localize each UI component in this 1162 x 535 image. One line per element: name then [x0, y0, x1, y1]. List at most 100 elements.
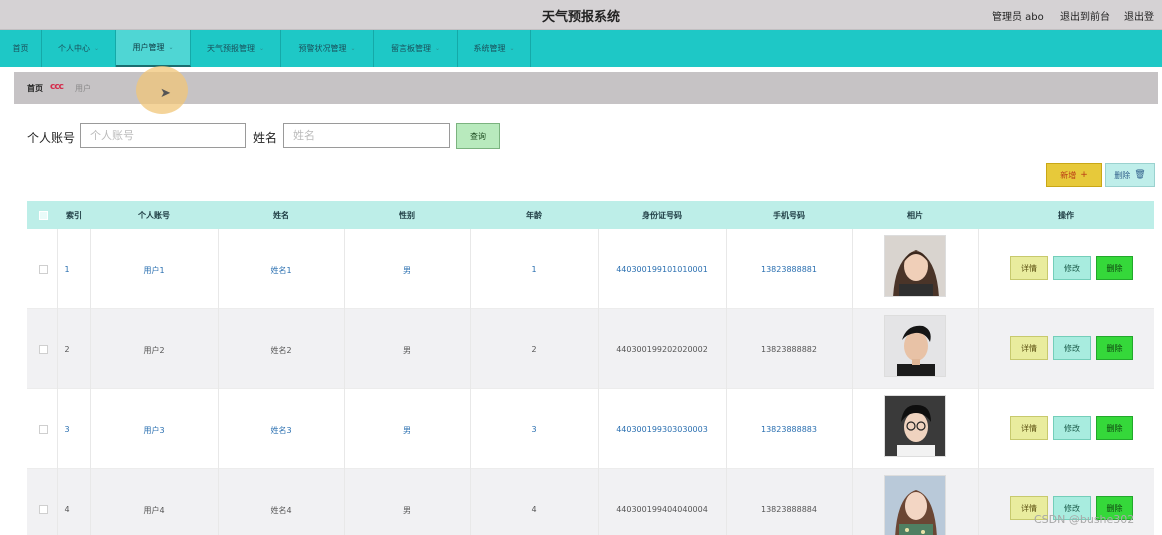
cell-gender: 男 — [403, 346, 411, 355]
remove-button[interactable]: 删除 — [1096, 256, 1133, 280]
chevron-down-icon: ⌄ — [258, 45, 265, 52]
table-row: 1 用户1 姓名1 男 1 440300199101010001 1382388… — [27, 229, 1154, 309]
cell-age: 4 — [531, 505, 537, 514]
exit-to-front-link[interactable]: 退出到前台 — [1060, 8, 1110, 23]
row-checkbox[interactable] — [39, 345, 48, 354]
user-photo — [884, 475, 946, 535]
cell-account: 用户3 — [143, 426, 165, 435]
cell-account: 用户2 — [143, 346, 165, 355]
cell-gender: 男 — [403, 506, 411, 515]
name-search-label: 姓名 — [253, 131, 278, 145]
table-row: 2 用户2 姓名2 男 2 440300199202020002 1382388… — [27, 309, 1154, 389]
table-row: 3 用户3 姓名3 男 3 440300199303030003 1382388… — [27, 389, 1154, 469]
nav-user-management[interactable]: 用户管理 ⌄ — [116, 30, 191, 67]
mouse-cursor-icon: ➤ — [160, 86, 171, 101]
cell-phone: 13823888883 — [761, 425, 817, 434]
row-checkbox[interactable] — [39, 265, 48, 274]
app-title: 天气预报系统 — [541, 10, 620, 25]
add-button[interactable]: 新增 + — [1046, 163, 1102, 187]
detail-button[interactable]: 详情 — [1010, 336, 1048, 360]
remove-button[interactable]: 删除 — [1096, 336, 1133, 360]
cell-id-card: 440300199303030003 — [616, 425, 708, 434]
nav-label: 留言板管理 — [390, 44, 431, 53]
cell-index: 4 — [64, 505, 70, 514]
nav-label: 天气预报管理 — [206, 44, 255, 53]
cell-account: 用户4 — [143, 506, 165, 515]
cell-gender: 男 — [403, 426, 411, 435]
cell-age: 3 — [531, 425, 537, 434]
delete-button-label: 删除 — [1114, 170, 1131, 180]
chevron-down-icon: ⌄ — [93, 45, 100, 52]
logout-link[interactable]: 退出登 — [1124, 8, 1154, 23]
row-checkbox[interactable] — [39, 505, 48, 514]
nav-label: 用户管理 — [132, 43, 165, 52]
cell-id-card: 440300199101010001 — [616, 265, 708, 274]
edit-button[interactable]: 修改 — [1053, 336, 1091, 360]
main-nav: 首页 个人中心 ⌄ 用户管理 ⌄ 天气预报管理 ⌄ 预警状况管理 ⌄ 留言板管理… — [0, 30, 1162, 67]
account-search-label: 个人账号 — [27, 131, 76, 145]
column-header: 年龄 — [526, 211, 542, 220]
edit-button[interactable]: 修改 — [1053, 416, 1091, 440]
nav-system-management[interactable]: 系统管理 ⌄ — [458, 30, 531, 67]
chevron-down-icon: ⌄ — [168, 44, 174, 51]
user-photo — [884, 235, 946, 297]
nav-weather-forecast[interactable]: 天气预报管理 ⌄ — [191, 30, 281, 67]
nav-label: 系统管理 — [473, 44, 506, 53]
add-button-label: 新增 — [1060, 170, 1077, 180]
nav-label: 个人中心 — [57, 44, 90, 53]
breadcrumb-current: 用户 — [75, 84, 91, 93]
cell-index: 3 — [64, 425, 70, 434]
breadcrumb-separator: ccc — [50, 82, 64, 92]
chevron-down-icon: ⌄ — [350, 45, 356, 52]
cell-id-card: 440300199202020002 — [616, 345, 708, 354]
column-header: 姓名 — [273, 211, 289, 220]
breadcrumb-home[interactable]: 首页 — [27, 83, 43, 94]
cell-name: 姓名3 — [270, 426, 292, 435]
remove-button[interactable]: 删除 — [1096, 416, 1133, 440]
watermark: CSDN @bushe302 — [1034, 513, 1135, 526]
account-search-input[interactable] — [80, 123, 246, 148]
top-bar: 天气预报系统 管理员 abo 退出到前台 退出登 — [0, 0, 1162, 30]
nav-label: 首页 — [12, 44, 29, 53]
cell-age: 2 — [531, 345, 537, 354]
name-search-input[interactable] — [283, 123, 450, 148]
cell-name: 姓名2 — [270, 346, 292, 355]
cell-index: 1 — [64, 265, 70, 274]
batch-delete-button[interactable]: 删除 🗑 — [1105, 163, 1155, 187]
nav-home[interactable]: 首页 — [0, 30, 42, 67]
cell-gender: 男 — [403, 266, 411, 275]
nav-warning-status[interactable]: 预警状况管理 ⌄ — [281, 30, 374, 67]
user-photo — [884, 395, 946, 457]
cell-name: 姓名1 — [270, 266, 292, 275]
cell-name: 姓名4 — [270, 506, 292, 515]
nav-message-board[interactable]: 留言板管理 ⌄ — [374, 30, 458, 67]
column-header: 性别 — [399, 211, 415, 220]
admin-user-label: 管理员 abo — [992, 12, 1044, 23]
column-header: 手机号码 — [773, 211, 805, 220]
column-header: 个人账号 — [138, 211, 170, 220]
table-row: 4 用户4 姓名4 男 4 440300199404040004 1382388… — [27, 469, 1154, 535]
cell-phone: 13823888881 — [761, 265, 817, 274]
query-button[interactable]: 查询 — [456, 123, 500, 149]
chevron-down-icon: ⌄ — [509, 45, 515, 52]
trash-icon: 🗑 — [1134, 170, 1146, 180]
column-header: 索引 — [66, 211, 82, 220]
select-all-checkbox[interactable] — [39, 211, 48, 220]
cell-phone: 13823888882 — [761, 345, 817, 354]
column-header: 身份证号码 — [642, 211, 682, 220]
nav-label: 预警状况管理 — [298, 44, 347, 53]
nav-personal-center[interactable]: 个人中心 ⌄ — [42, 30, 116, 67]
detail-button[interactable]: 详情 — [1010, 416, 1048, 440]
detail-button[interactable]: 详情 — [1010, 256, 1048, 280]
table-header: 索引 个人账号 姓名 性别 年龄 身份证号码 手机号码 相片 操作 — [27, 201, 1154, 229]
cell-phone: 13823888884 — [761, 505, 817, 514]
column-header: 相片 — [907, 211, 923, 220]
cell-id-card: 440300199404040004 — [616, 505, 708, 514]
plus-icon: + — [1080, 170, 1088, 180]
cell-account: 用户1 — [143, 266, 165, 275]
row-checkbox[interactable] — [39, 425, 48, 434]
chevron-down-icon: ⌄ — [434, 45, 441, 52]
cell-age: 1 — [531, 265, 537, 274]
edit-button[interactable]: 修改 — [1053, 256, 1091, 280]
cell-index: 2 — [64, 345, 70, 354]
